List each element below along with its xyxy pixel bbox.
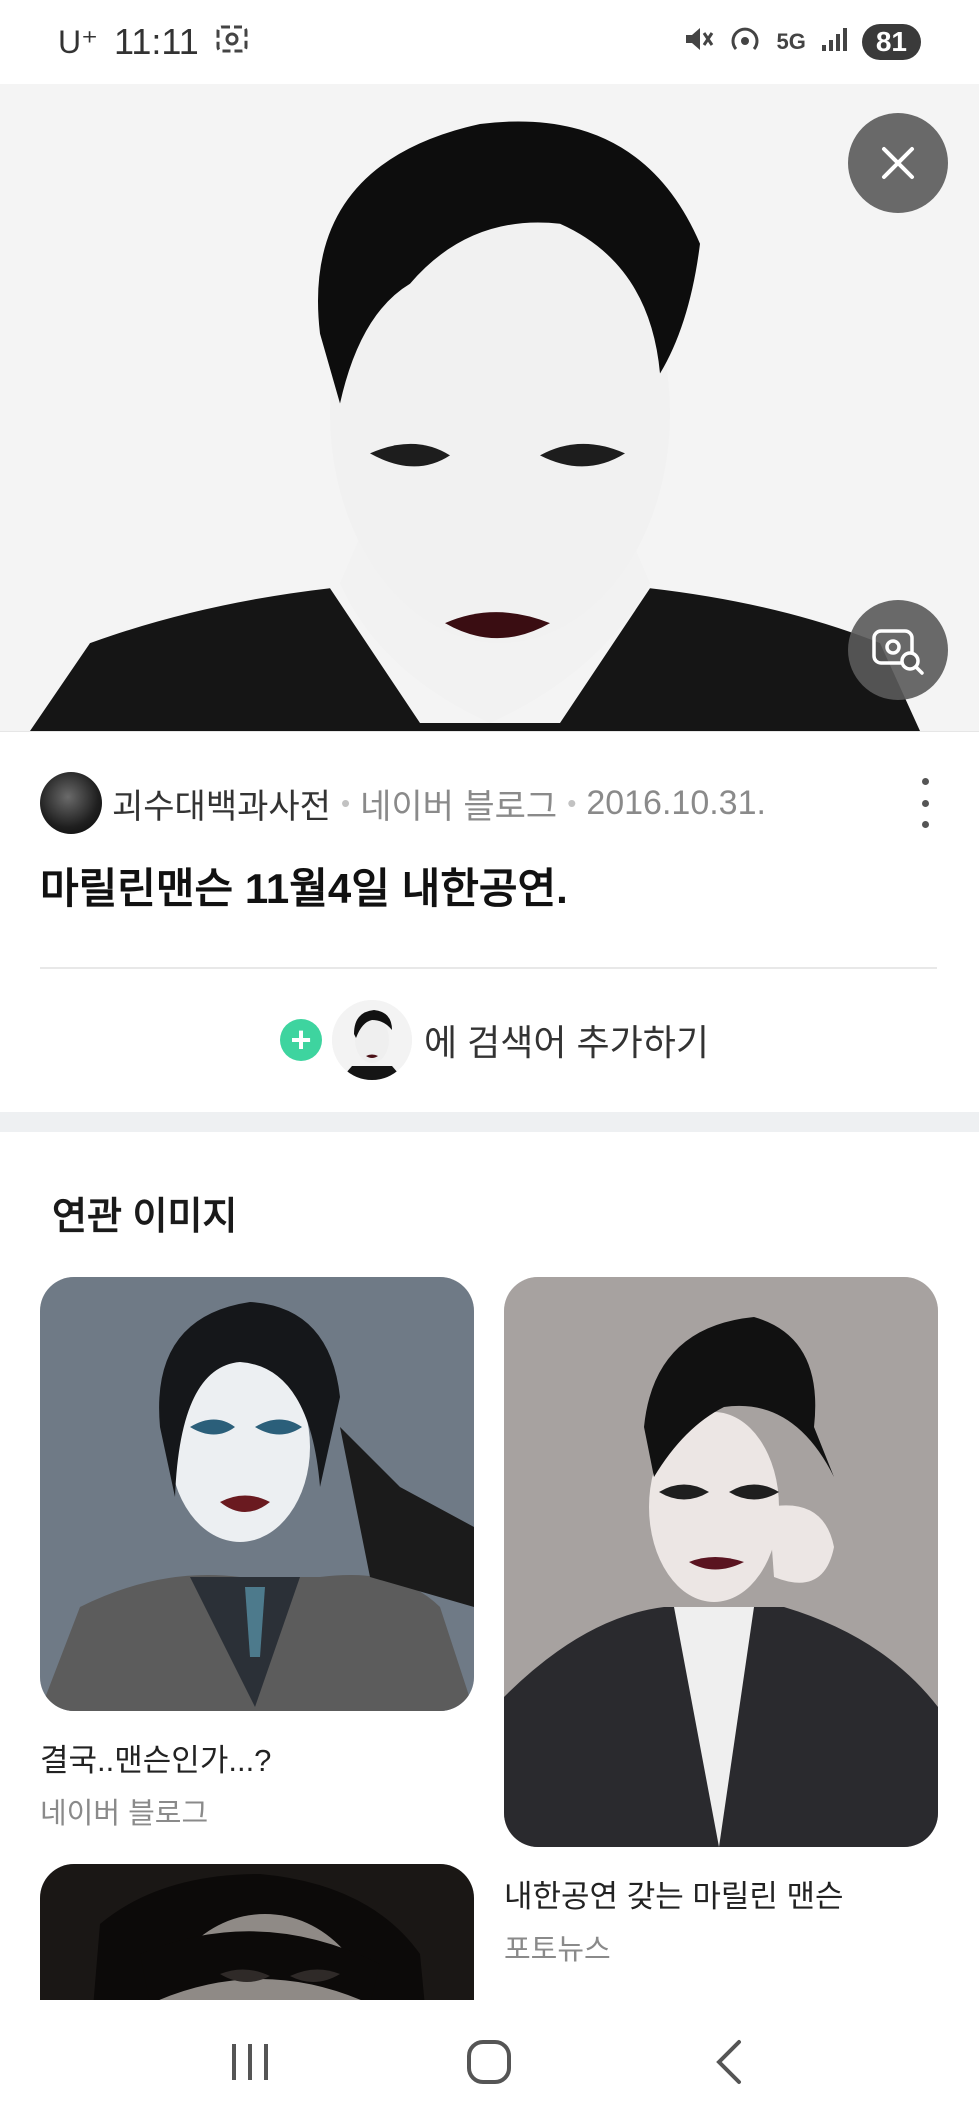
- result-title[interactable]: 마릴린맨슨 11월4일 내한공연.: [40, 855, 568, 916]
- section-separator: [0, 1112, 979, 1132]
- mute-icon: [682, 23, 714, 62]
- home-icon: [467, 2039, 512, 2084]
- add-search-label: 에 검색어 추가하기: [424, 1022, 709, 1063]
- signal-icon: [820, 25, 848, 60]
- more-dot-icon: [921, 821, 929, 828]
- source-date: 2016.10.31.: [586, 783, 766, 822]
- carrier-label: U⁺: [58, 24, 98, 60]
- recent-apps-icon: [231, 2043, 268, 2080]
- source-row[interactable]: 괴수대백과사전 • 네이버 블로그 • 2016.10.31.: [40, 772, 940, 834]
- source-platform: 네이버 블로그: [360, 787, 558, 826]
- related-image-source: 포토뉴스: [504, 1934, 611, 1966]
- more-dot-icon: [921, 778, 929, 785]
- related-image-source: 네이버 블로그: [40, 1798, 209, 1830]
- recent-apps-button[interactable]: [210, 2022, 290, 2102]
- battery-indicator: 81: [861, 24, 921, 60]
- separator-dot: •: [567, 787, 577, 818]
- related-image[interactable]: [40, 1277, 474, 1711]
- divider: [40, 967, 937, 969]
- main-image[interactable]: [0, 84, 979, 732]
- home-button[interactable]: [449, 2022, 529, 2102]
- source-avatar: [40, 772, 102, 834]
- image-search-button[interactable]: [848, 600, 948, 700]
- more-dot-icon: [921, 799, 929, 807]
- back-icon: [716, 2039, 742, 2084]
- hotspot-icon: [728, 23, 762, 62]
- add-to-search-button[interactable]: + 에 검색어 추가하기: [280, 1000, 709, 1080]
- search-thumbnail: [332, 1000, 412, 1080]
- related-image-caption[interactable]: 내한공연 갖는 마릴린 맨슨: [504, 1871, 938, 1916]
- related-image[interactable]: [504, 1277, 938, 1847]
- back-button[interactable]: [689, 2022, 769, 2102]
- plus-icon: +: [280, 1019, 322, 1061]
- related-image-card[interactable]: [40, 1864, 474, 2000]
- related-image[interactable]: [40, 1864, 474, 2000]
- related-image-card[interactable]: 결국..맨슨인가...? 네이버 블로그: [40, 1277, 474, 1832]
- related-image-card[interactable]: 내한공연 갖는 마릴린 맨슨 포토뉴스: [504, 1277, 938, 1968]
- related-image-caption[interactable]: 결국..맨슨인가...?: [40, 1735, 474, 1780]
- source-name: 괴수대백과사전: [112, 787, 331, 826]
- network-label: 5G: [776, 29, 806, 54]
- system-nav-bar: [0, 2000, 979, 2123]
- separator-dot: •: [340, 787, 351, 818]
- clock: 11:11: [114, 21, 199, 62]
- portrait-illustration: [0, 84, 979, 731]
- more-options-button[interactable]: [910, 778, 940, 828]
- screenshot-icon: [215, 21, 249, 63]
- related-images-heading: 연관 이미지: [52, 1196, 238, 1238]
- close-icon: [882, 147, 914, 179]
- image-search-icon: [872, 629, 924, 675]
- close-button[interactable]: [848, 113, 948, 213]
- status-bar: U⁺ 11:11 5G 81: [0, 0, 979, 84]
